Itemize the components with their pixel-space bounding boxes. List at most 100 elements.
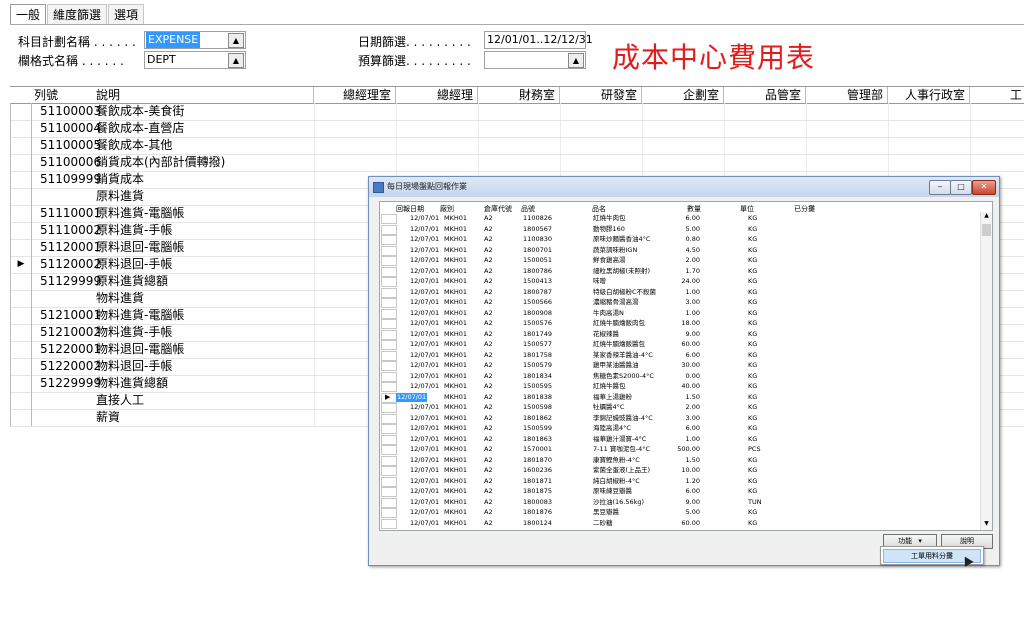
row-selector[interactable] xyxy=(381,350,397,361)
col-header-line-no[interactable]: 列號 xyxy=(10,87,92,103)
row-selector[interactable] xyxy=(10,358,32,375)
scroll-down-icon[interactable]: ▼ xyxy=(981,520,992,530)
row-selector[interactable] xyxy=(10,375,32,392)
list-item[interactable]: 12/07/01 MKH01 A2 1100830 原味炒麵醬香油4°C 0.80 KG xyxy=(380,235,980,245)
list-item[interactable]: 12/07/01 MKH01 A2 1800083 沙拉油(16.56kg) 9.00 TU… xyxy=(380,497,980,508)
row-selector[interactable] xyxy=(381,308,397,319)
list-item[interactable]: 12/07/01 MKH01 A2 1500577 紅燒牛腩燴飯醬包 60.00 KG xyxy=(380,340,980,350)
row-selector[interactable] xyxy=(381,298,397,308)
row-selector[interactable] xyxy=(10,273,32,290)
list-item[interactable]: 12/07/01 MKH01 A2 1500413 味噌 24.00 KG xyxy=(380,277,980,287)
list-item[interactable]: 12/07/01 MKH01 A2 1801876 黑豆瓣醬 5.00 KG xyxy=(380,508,980,518)
list-item[interactable]: 12/07/01 MKH01 A2 1800786 細粒黑胡椒(未照射) 1.70 KG xyxy=(380,266,980,277)
maximize-icon[interactable]: □ xyxy=(950,180,972,195)
list-item[interactable]: 12/07/01 MKH01 A2 1100826 紅燒牛肉包 6.00 KG xyxy=(380,214,980,224)
row-selector[interactable] xyxy=(10,188,32,205)
close-icon[interactable]: ✕ xyxy=(972,180,996,195)
col-header-item-name[interactable]: 品名 xyxy=(592,204,606,214)
row-selector[interactable] xyxy=(381,256,397,266)
row-selector[interactable] xyxy=(10,137,32,154)
row-selector[interactable] xyxy=(381,455,397,466)
row-selector[interactable] xyxy=(381,235,397,245)
row-selector[interactable] xyxy=(381,319,397,329)
row-selector[interactable] xyxy=(381,508,397,518)
col-header-qty[interactable]: 數量 xyxy=(687,204,701,214)
col-header-plant[interactable]: 廠別 xyxy=(440,204,454,214)
row-selector[interactable] xyxy=(10,324,32,341)
table-row[interactable]: 51100006 銷貨成本(內部計價轉撥) xyxy=(10,154,1024,172)
col-header-6[interactable]: 管理部 xyxy=(806,87,888,103)
row-selector[interactable] xyxy=(10,222,32,239)
row-selector[interactable] xyxy=(10,120,32,137)
col-header-unit[interactable]: 單位 xyxy=(740,204,754,214)
row-selector[interactable] xyxy=(381,214,397,224)
row-selector[interactable] xyxy=(10,392,32,409)
row-selector[interactable] xyxy=(381,466,397,476)
dropdown-arrow-icon[interactable]: ▲ xyxy=(228,53,244,68)
list-item[interactable]: 12/07/01 MKH01 A2 1800787 特級白胡椒粉C不殺菌 1.00 KG xyxy=(380,287,980,298)
row-selector[interactable] xyxy=(381,277,397,287)
row-selector[interactable] xyxy=(10,341,32,358)
col-header-4[interactable]: 企劃室 xyxy=(642,87,724,103)
account-plan-combo[interactable]: EXPENSE ▲ xyxy=(144,31,246,49)
tab-dimension-filter[interactable]: 維度篩選 xyxy=(47,4,108,25)
list-item[interactable]: 12/07/01 MKH01 A2 1801862 李錦記蠔豉醬油-4°C 3.00 KG xyxy=(380,413,980,424)
row-selector[interactable] xyxy=(381,445,397,455)
row-selector[interactable] xyxy=(10,290,32,307)
row-selector[interactable] xyxy=(10,103,32,120)
row-selector[interactable] xyxy=(381,224,397,235)
budget-filter-combo[interactable]: ▲ xyxy=(484,51,586,69)
row-selector[interactable] xyxy=(10,205,32,222)
row-selector[interactable] xyxy=(381,340,397,350)
list-item[interactable]: 12/07/01 MKH01 A2 1801749 花椒辣醬 9.00 KG xyxy=(380,329,980,340)
row-selector[interactable] xyxy=(10,307,32,324)
minimize-icon[interactable]: ‒ xyxy=(929,180,951,195)
list-item[interactable]: 12/07/01 MKH01 A2 1500576 紅燒牛腩燴飯肉包 18.00 KG xyxy=(380,319,980,329)
list-item[interactable]: 12/07/01 MKH01 A2 1800908 牛肉高湯N 1.00 KG xyxy=(380,308,980,319)
list-item[interactable]: 12/07/01 MKH01 A2 1801871 純白胡椒粉-4°C 1.20 KG xyxy=(380,476,980,487)
dropdown-arrow-icon[interactable]: ▲ xyxy=(228,33,244,48)
row-selector[interactable] xyxy=(10,409,32,426)
col-header-1[interactable]: 總經理 xyxy=(396,87,478,103)
list-item[interactable]: 12/07/01 MKH01 A2 1500598 牡蠣醬4°C 2.00 KG xyxy=(380,403,980,413)
tab-general[interactable]: 一般 xyxy=(10,4,47,25)
scroll-up-icon[interactable]: ▲ xyxy=(981,212,992,222)
row-selector[interactable] xyxy=(381,413,397,424)
col-header-8[interactable]: 工 xyxy=(970,87,1024,103)
col-header-3[interactable]: 研發室 xyxy=(560,87,642,103)
row-selector[interactable] xyxy=(10,154,32,171)
list-item[interactable]: 12/07/01 MKH01 A2 1570001 7-11 寶咖泥包-4°C 500.0… xyxy=(380,445,980,455)
col-header-7[interactable]: 人事行政室 xyxy=(888,87,970,103)
row-selector[interactable] xyxy=(10,171,32,188)
row-selector[interactable] xyxy=(381,424,397,434)
row-selector[interactable] xyxy=(381,434,397,445)
list-item[interactable]: 12/07/01 MKH01 A2 1500595 紅燒牛醬包 40.00 KG xyxy=(380,382,980,392)
list-item[interactable]: 12/07/01 MKH01 A2 1500566 濃縮豬骨湯高湯 3.00 KG xyxy=(380,298,980,308)
row-selector[interactable] xyxy=(381,403,397,413)
row-selector[interactable] xyxy=(381,361,397,371)
list-item[interactable]: 12/07/01 MKH01 A2 1600236 紫菌全蛋液(上品王) 10.00 KG xyxy=(380,466,980,476)
dropdown-arrow-icon[interactable]: ▲ xyxy=(568,53,584,68)
list-item[interactable]: 12/07/01 MKH01 A2 1801863 福華雞汁湯寶-4°C 1.00 KG xyxy=(380,434,980,445)
col-header-2[interactable]: 財務室 xyxy=(478,87,560,103)
list-item[interactable]: 12/07/01 MKH01 A2 1500579 雞甲某油醬醬油 30.00 KG xyxy=(380,361,980,371)
col-header-allocated[interactable]: 已分攤 xyxy=(794,204,815,214)
table-row[interactable]: 51100005 餐飲成本-其他 xyxy=(10,137,1024,155)
col-header-0[interactable]: 總經理室 xyxy=(314,87,396,103)
col-header-desc[interactable]: 說明 xyxy=(92,87,314,103)
row-selector[interactable] xyxy=(381,382,397,392)
list-item[interactable]: 12/07/01 MKH01 A2 1500599 海陸高湯4°C 6.00 KG xyxy=(380,424,980,434)
col-header-5[interactable]: 品管室 xyxy=(724,87,806,103)
list-item[interactable]: 12/07/01 MKH01 A2 1801870 康寶鰹魚粉-4°C 1.50 KG xyxy=(380,455,980,466)
list-item[interactable]: 12/07/01 MKH01 A2 1800124 二砂糖 60.00 KG xyxy=(380,518,980,529)
row-selector[interactable] xyxy=(381,329,397,340)
row-selector[interactable] xyxy=(381,476,397,487)
col-header-item-no[interactable]: 品號 xyxy=(521,204,535,214)
col-header-warehouse[interactable]: 倉庫代號 xyxy=(484,204,512,214)
list-item[interactable]: 12/07/01 MKH01 A2 1801875 原味練豆瓣醬 6.00 KG xyxy=(380,487,980,497)
vertical-scrollbar[interactable]: ▲ ▼ xyxy=(980,212,992,530)
list-item[interactable]: 12/07/01 MKH01 A2 1800701 蔬菜調味粉IGN 4.50 KG xyxy=(380,245,980,256)
column-format-combo[interactable]: DEPT ▲ xyxy=(144,51,246,69)
row-selector[interactable] xyxy=(381,287,397,298)
table-row[interactable]: 51100004 餐飲成本-直營店 xyxy=(10,120,1024,138)
